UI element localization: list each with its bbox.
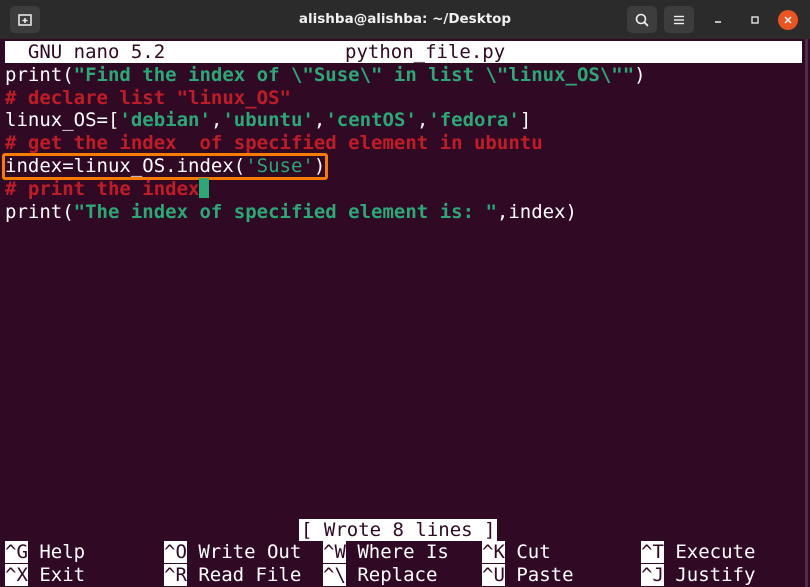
- code-line-3[interactable]: linux_OS=['debian','ubuntu','centOS','fe…: [5, 109, 531, 131]
- shortcut-paste[interactable]: ^U Paste: [482, 564, 574, 586]
- code-line-3-s1: 'debian': [119, 109, 211, 131]
- shortcut-key: ^O: [164, 541, 187, 563]
- shortcut-key: ^G: [5, 541, 28, 563]
- code-line-3-s4: 'fedora': [428, 109, 520, 131]
- code-line-3-pre: linux_OS=[: [5, 109, 120, 131]
- shortcut-write-out[interactable]: ^O Write Out: [164, 541, 301, 563]
- code-line-3-c2: ,: [313, 109, 326, 131]
- shortcut-key: ^U: [482, 564, 505, 586]
- shortcut-key: ^T: [641, 541, 664, 563]
- code-line-7-end: ,index): [496, 201, 577, 223]
- shortcut-label: Replace: [357, 564, 438, 586]
- shortcut-label: Help: [39, 541, 86, 563]
- nano-version: GNU nano 5.2: [27, 41, 166, 63]
- shortcut-replace[interactable]: ^\ Replace: [323, 564, 437, 586]
- code-line-3-c1: ,: [210, 109, 223, 131]
- minimize-button[interactable]: [708, 10, 728, 30]
- code-line-6[interactable]: # print the index: [5, 178, 210, 200]
- shortcut-label: Execute: [675, 541, 756, 563]
- shortcut-execute[interactable]: ^T Execute: [641, 541, 755, 563]
- shortcut-key: ^X: [5, 564, 28, 586]
- maximize-icon: [751, 16, 759, 24]
- shortcut-key: ^\: [323, 564, 346, 586]
- code-line-3-c3: ,: [416, 109, 429, 131]
- terminal-area[interactable]: GNU nano 5.2 python_file.py print("Find t…: [0, 39, 810, 587]
- window-titlebar: alishba@alishba: ~/Desktop: [0, 0, 810, 39]
- shortcut-cut[interactable]: ^K Cut: [482, 541, 551, 563]
- nano-status-message: [ Wrote 8 lines ]: [299, 519, 498, 541]
- code-line-1-string: "Find the index of \"Suse\" in list \"li…: [73, 64, 635, 86]
- shortcut-key: ^J: [641, 564, 664, 586]
- hamburger-menu-icon: [674, 15, 684, 24]
- shortcut-read-file[interactable]: ^R Read File: [164, 564, 301, 586]
- shortcut-label: Cut: [516, 541, 551, 563]
- shortcut-key: ^K: [482, 541, 505, 563]
- shortcut-justify[interactable]: ^J Justify: [641, 564, 755, 586]
- shortcut-exit[interactable]: ^X Exit: [5, 564, 85, 586]
- shortcut-label: Paste: [516, 564, 574, 586]
- shortcut-label: Exit: [39, 564, 86, 586]
- code-line-3-s3: 'centOS': [325, 109, 417, 131]
- highlight-box: [2, 153, 328, 180]
- shortcut-label: Write Out: [198, 541, 302, 563]
- minimize-icon: [715, 21, 721, 23]
- code-line-1[interactable]: print("Find the index of \"Suse\" in lis…: [5, 64, 646, 86]
- code-line-3-s2: 'ubuntu': [222, 109, 314, 131]
- maximize-button[interactable]: [745, 10, 765, 30]
- code-line-1-end: ): [634, 64, 646, 86]
- code-line-4[interactable]: # get the index of specified element in …: [5, 132, 543, 154]
- shortcut-label: Read File: [198, 564, 302, 586]
- code-line-2[interactable]: # declare list "linux_OS": [5, 87, 291, 109]
- text-cursor: [199, 178, 210, 198]
- shortcut-help[interactable]: ^G Help: [5, 541, 85, 563]
- code-line-7-fn: print(: [5, 201, 74, 223]
- close-icon: [784, 16, 792, 24]
- search-button[interactable]: [627, 6, 657, 33]
- nano-filename: python_file.py: [345, 41, 506, 63]
- nano-header-bar: GNU nano 5.2 python_file.py: [5, 41, 802, 63]
- code-line-1-fn: print(: [5, 64, 74, 86]
- search-icon: [635, 13, 649, 27]
- shortcut-key: ^R: [164, 564, 187, 586]
- code-line-3-end: ]: [519, 109, 532, 131]
- terminal-scrollbar[interactable]: [805, 39, 808, 587]
- shortcut-where-is[interactable]: ^W Where Is: [323, 541, 449, 563]
- shortcut-key: ^W: [323, 541, 346, 563]
- close-button[interactable]: [778, 10, 798, 30]
- code-line-6-comment: # print the index: [5, 178, 200, 200]
- code-line-7[interactable]: print("The index of specified element is…: [5, 201, 577, 223]
- code-line-7-string: "The index of specified element is: ": [73, 201, 497, 223]
- menu-button[interactable]: [664, 6, 694, 33]
- shortcut-label: Where Is: [357, 541, 449, 563]
- shortcut-label: Justify: [675, 564, 756, 586]
